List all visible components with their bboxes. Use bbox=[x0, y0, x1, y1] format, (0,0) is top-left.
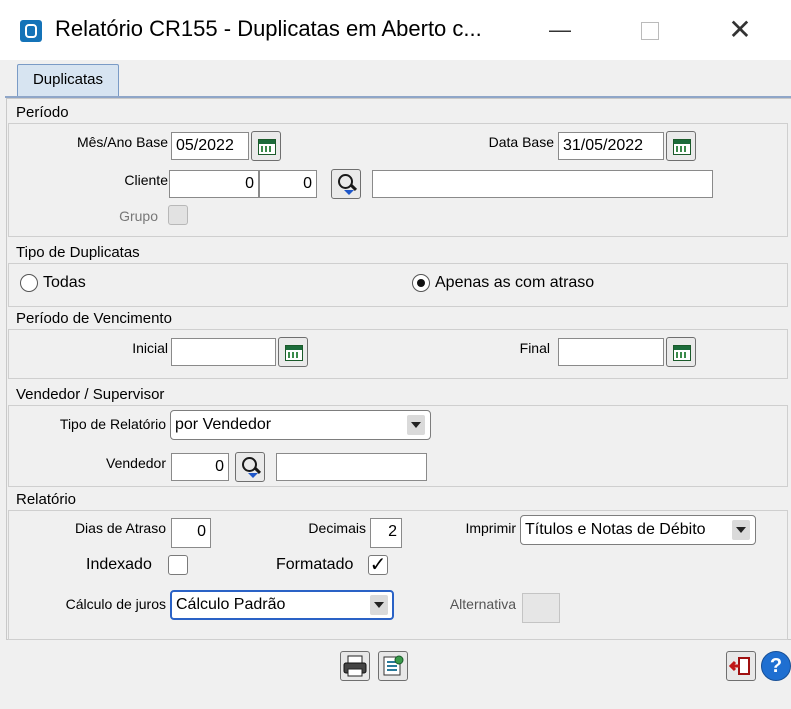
calendar-icon bbox=[258, 139, 276, 155]
final-calendar-button[interactable] bbox=[666, 337, 696, 367]
calendar-icon bbox=[673, 345, 691, 361]
dias-atraso-input[interactable]: 0 bbox=[171, 518, 211, 548]
vendedor-search-button[interactable] bbox=[235, 452, 265, 482]
config-button[interactable] bbox=[378, 651, 408, 681]
data-base-label: Data Base bbox=[488, 134, 554, 150]
minimize-icon[interactable]: — bbox=[540, 14, 580, 46]
final-input[interactable] bbox=[558, 338, 664, 366]
imprimir-label: Imprimir bbox=[465, 520, 516, 536]
inicial-label: Inicial bbox=[132, 340, 168, 356]
atraso-radio[interactable] bbox=[412, 274, 430, 292]
decimais-label: Decimais bbox=[308, 520, 366, 536]
imprimir-select[interactable]: Títulos e Notas de Débito bbox=[520, 515, 756, 545]
dias-atraso-label: Dias de Atraso bbox=[74, 520, 166, 536]
section-vendedor-title: Vendedor / Supervisor bbox=[16, 386, 165, 403]
cliente-name-input[interactable] bbox=[372, 170, 713, 198]
window-title: Relatório CR155 - Duplicatas em Aberto c… bbox=[55, 16, 482, 41]
calculo-juros-select[interactable]: Cálculo Padrão bbox=[170, 590, 394, 620]
grupo-checkbox[interactable] bbox=[168, 205, 188, 225]
imprimir-value: Títulos e Notas de Débito bbox=[525, 521, 706, 538]
cliente-code-input[interactable]: 0 bbox=[169, 170, 259, 198]
section-periodo-title: Período bbox=[16, 104, 69, 121]
cliente-sub-input[interactable]: 0 bbox=[259, 170, 317, 198]
calendar-icon bbox=[285, 345, 303, 361]
print-button[interactable] bbox=[340, 651, 370, 681]
vendedor-label: Vendedor bbox=[106, 455, 166, 471]
tipo-relatorio-label: Tipo de Relatório bbox=[59, 416, 166, 432]
app-logo-icon bbox=[20, 20, 42, 42]
tipo-relatorio-select[interactable]: por Vendedor bbox=[170, 410, 431, 440]
alternativa-label: Alternativa bbox=[449, 596, 516, 612]
tipo-relatorio-value: por Vendedor bbox=[175, 416, 272, 433]
tab-duplicatas[interactable]: Duplicatas bbox=[17, 64, 119, 96]
data-base-input[interactable]: 31/05/2022 bbox=[558, 132, 664, 160]
mes-ano-input[interactable]: 05/2022 bbox=[171, 132, 249, 160]
todas-label: Todas bbox=[43, 274, 86, 291]
todas-radio[interactable] bbox=[20, 274, 38, 292]
printer-icon bbox=[343, 655, 367, 677]
chevron-down-icon bbox=[370, 595, 388, 615]
formatado-label: Formatado bbox=[276, 556, 354, 573]
help-icon[interactable]: ? bbox=[761, 651, 791, 681]
maximize-icon[interactable] bbox=[630, 14, 670, 46]
indexado-checkbox[interactable] bbox=[168, 555, 188, 575]
section-vencimento-title: Período de Vencimento bbox=[16, 310, 172, 327]
chevron-down-icon bbox=[407, 415, 425, 435]
inicial-input[interactable] bbox=[171, 338, 276, 366]
calculo-juros-value: Cálculo Padrão bbox=[176, 596, 286, 613]
search-icon bbox=[338, 174, 353, 189]
data-base-calendar-button[interactable] bbox=[666, 131, 696, 161]
close-icon[interactable]: ✕ bbox=[720, 14, 760, 46]
grupo-label: Grupo bbox=[119, 208, 158, 224]
mes-ano-calendar-button[interactable] bbox=[251, 131, 281, 161]
formatado-checkbox[interactable]: ✓ bbox=[368, 555, 388, 575]
exit-button[interactable] bbox=[726, 651, 756, 681]
search-arrow-icon bbox=[248, 473, 258, 478]
cliente-label: Cliente bbox=[124, 172, 168, 188]
atraso-label: Apenas as com atraso bbox=[435, 274, 595, 291]
search-arrow-icon bbox=[344, 190, 354, 195]
inicial-calendar-button[interactable] bbox=[278, 337, 308, 367]
mes-ano-label: Mês/Ano Base bbox=[76, 134, 168, 150]
decimais-input[interactable]: 2 bbox=[370, 518, 402, 548]
alternativa-input[interactable] bbox=[522, 593, 560, 623]
section-relatorio-title: Relatório bbox=[16, 491, 77, 508]
vendedor-code-input[interactable]: 0 bbox=[171, 453, 229, 481]
cliente-search-button[interactable] bbox=[331, 169, 361, 199]
exit-icon bbox=[728, 657, 750, 675]
vendedor-name-input[interactable] bbox=[276, 453, 427, 481]
calculo-juros-label: Cálculo de juros bbox=[65, 596, 166, 612]
section-tipo-title: Tipo de Duplicatas bbox=[16, 244, 140, 261]
final-label: Final bbox=[519, 340, 550, 356]
indexado-label: Indexado bbox=[86, 556, 152, 573]
calendar-icon bbox=[673, 139, 691, 155]
settings-icon bbox=[383, 655, 404, 676]
search-icon bbox=[242, 457, 257, 472]
group-tipo bbox=[8, 263, 788, 307]
chevron-down-icon bbox=[732, 520, 750, 540]
